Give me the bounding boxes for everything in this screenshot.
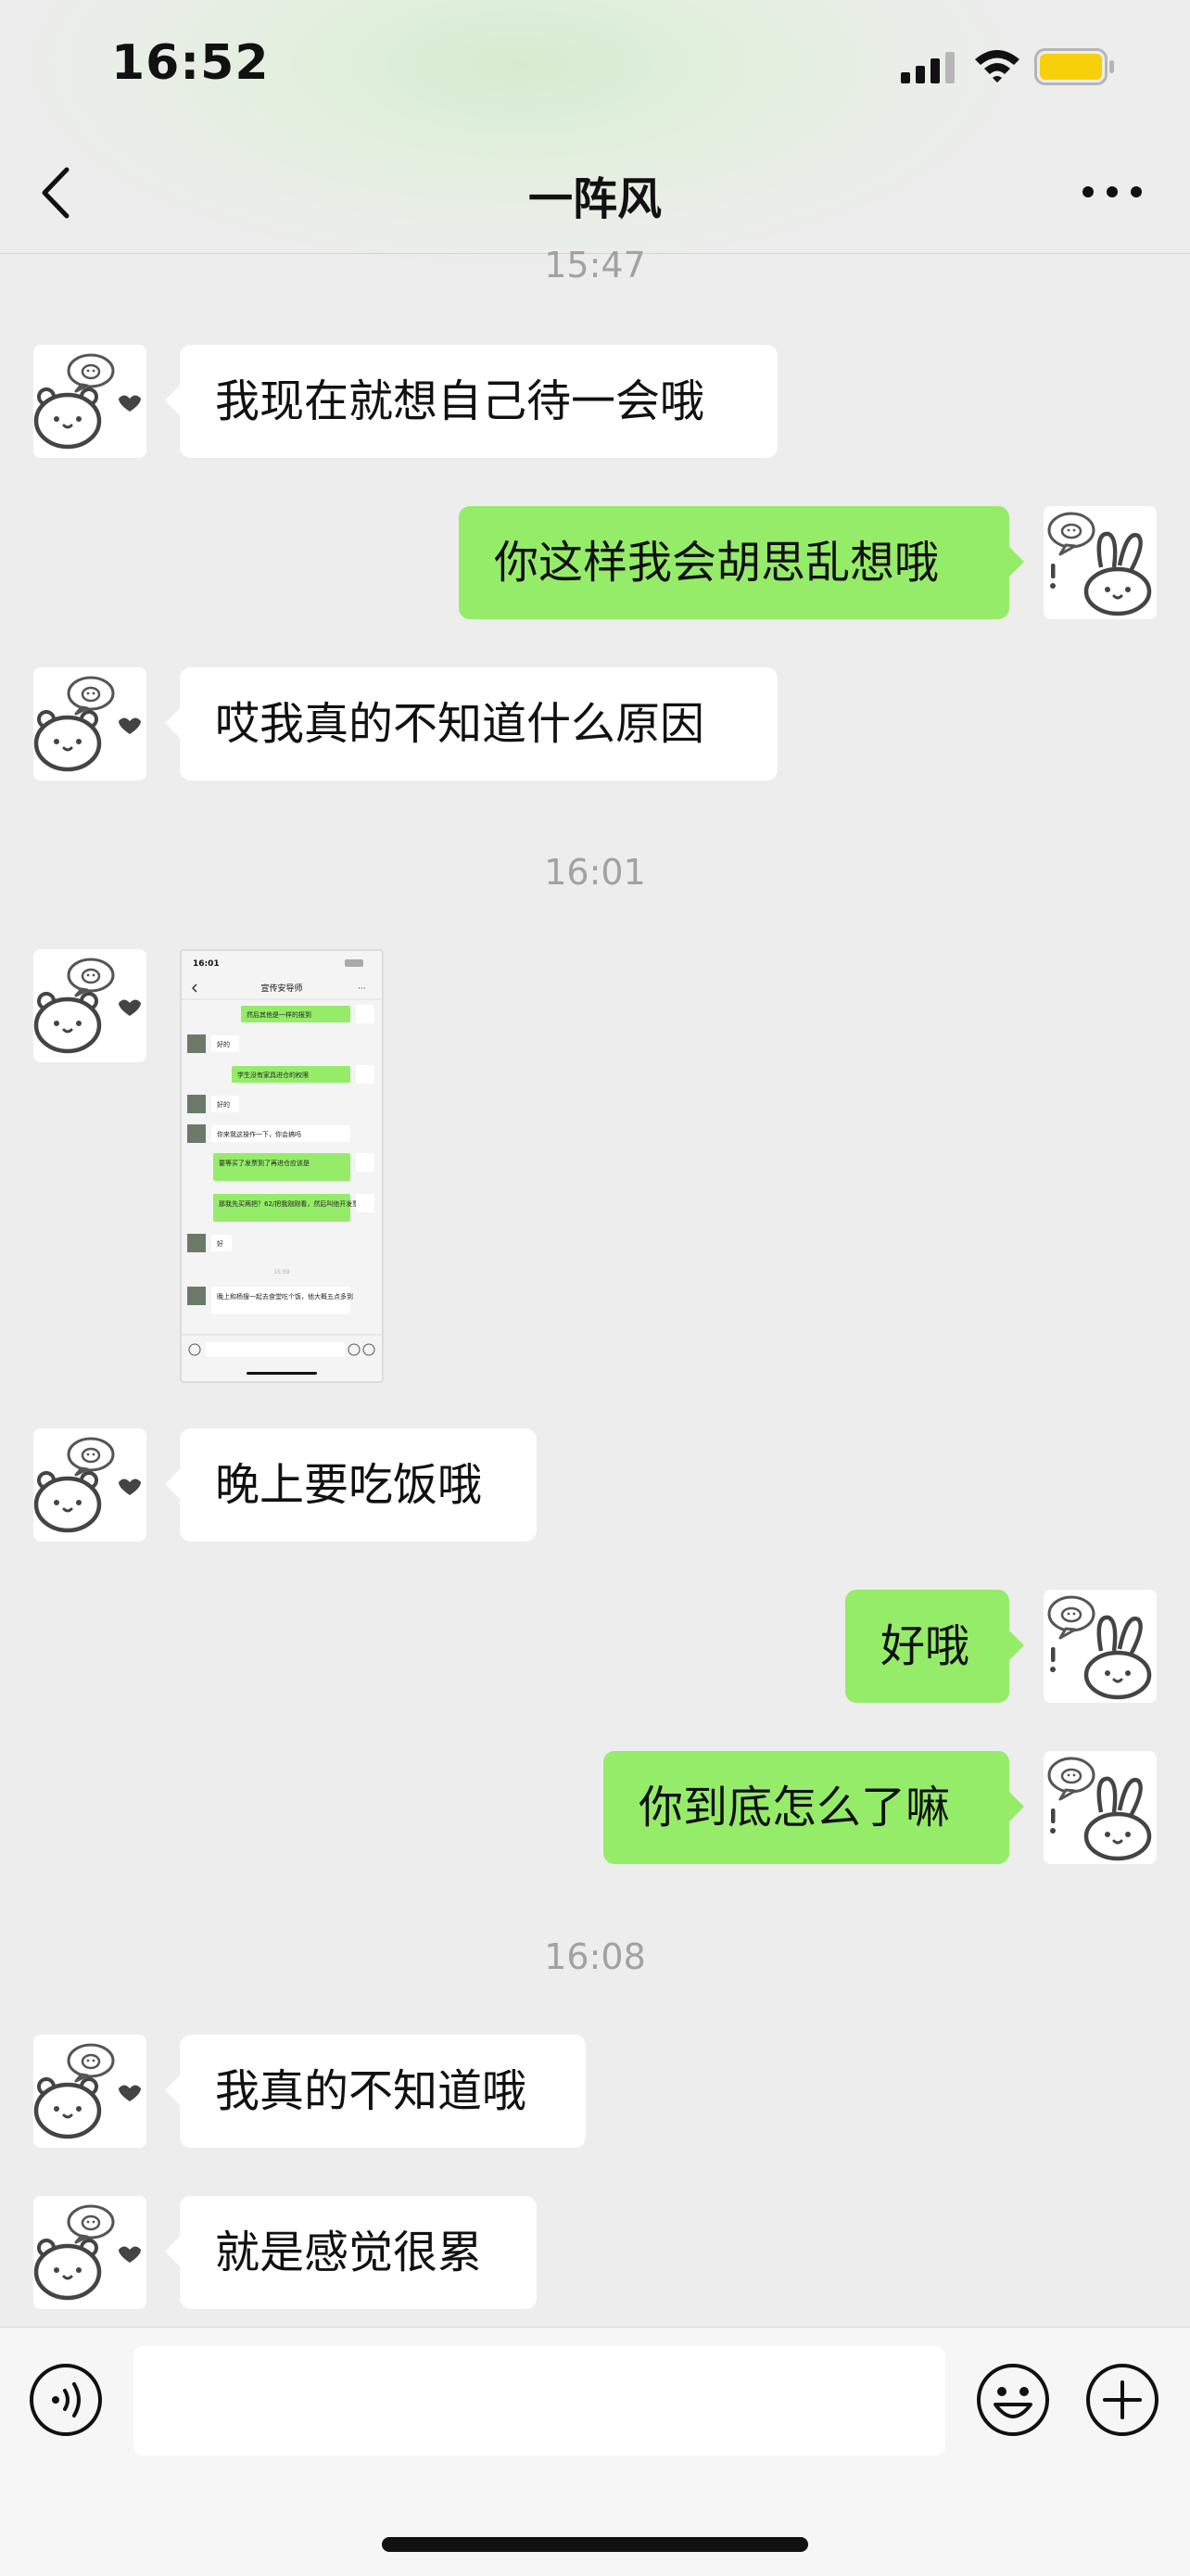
incoming-message-bubble[interactable]: 就是感觉很累 bbox=[165, 2196, 537, 2309]
preview-line: 学生没有家具进仓的权限 bbox=[237, 1071, 309, 1079]
preview-line: 然后其他是一样的报到 bbox=[247, 1010, 311, 1019]
bear-icon[interactable] bbox=[33, 667, 146, 780]
voice-icon[interactable] bbox=[28, 2362, 104, 2438]
battery-icon bbox=[1034, 48, 1114, 85]
preview-title: 宣传安导师 bbox=[260, 983, 302, 994]
plus-icon[interactable] bbox=[1084, 2362, 1160, 2438]
bear-icon[interactable] bbox=[33, 2196, 146, 2309]
bunny-icon[interactable] bbox=[1044, 1590, 1157, 1703]
preview-line: 好 bbox=[217, 1239, 223, 1248]
preview-line: 好的 bbox=[217, 1040, 230, 1048]
preview-line: 要等买了发票到了再进仓应该是 bbox=[219, 1159, 310, 1167]
incoming-message-bubble[interactable]: 哎我真的不知道什么原因 bbox=[165, 667, 778, 780]
message-timestamp: 16:08 bbox=[544, 1936, 646, 1977]
preview-line: 晚上和杨搜一起去食堂吃个饭，他大概五点多到 bbox=[217, 1292, 353, 1301]
outgoing-message-bubble[interactable]: 你到底怎么了嘛 bbox=[603, 1751, 1024, 1864]
status-time: 16:52 bbox=[111, 35, 270, 91]
ellipsis-icon[interactable] bbox=[1075, 171, 1149, 212]
chat-title: 一阵风 bbox=[527, 173, 662, 225]
incoming-message-bubble[interactable]: 我真的不知道哦 bbox=[165, 2035, 586, 2148]
message-timestamp: 15:47 bbox=[544, 245, 646, 286]
chat-header: 一阵风 bbox=[0, 134, 1190, 254]
message-input[interactable] bbox=[133, 2346, 945, 2455]
preview-timestamp: 15:59 bbox=[273, 1269, 289, 1275]
bunny-icon[interactable] bbox=[1044, 506, 1157, 619]
bunny-icon[interactable] bbox=[1044, 1751, 1157, 1864]
bear-icon[interactable] bbox=[33, 2035, 146, 2148]
image-message-screenshot[interactable]: 16:01 宣传安导师 ··· 然后其他是一样的报到 好的 学生没有家具进仓的权… bbox=[180, 949, 384, 1383]
preview-line: 好的 bbox=[217, 1100, 230, 1109]
incoming-message-bubble[interactable]: 晚上要吃饭哦 bbox=[165, 1428, 537, 1542]
bear-icon[interactable] bbox=[33, 949, 146, 1062]
emoji-icon[interactable] bbox=[975, 2362, 1051, 2438]
bear-icon[interactable] bbox=[33, 345, 146, 458]
home-indicator[interactable] bbox=[382, 2537, 808, 2552]
wifi-icon bbox=[975, 50, 1019, 82]
preview-time: 16:01 bbox=[193, 959, 220, 969]
svg-text:···: ··· bbox=[358, 984, 366, 994]
status-bar: 16:52 bbox=[0, 0, 1190, 134]
bear-icon[interactable] bbox=[33, 1428, 146, 1542]
message-timestamp: 16:01 bbox=[544, 852, 646, 893]
incoming-message-bubble[interactable]: 我现在就想自己待一会哦 bbox=[165, 345, 778, 458]
preview-line: 你来我这操作一下，你会搞吗 bbox=[217, 1130, 301, 1138]
outgoing-message-bubble[interactable]: 你这样我会胡思乱想哦 bbox=[459, 506, 1024, 619]
cellular-signal-icon bbox=[901, 52, 955, 83]
preview-line: 那我先买两把？62/把我刚刚看，然后叫他开发票 bbox=[219, 1199, 359, 1208]
outgoing-message-bubble[interactable]: 好哦 bbox=[845, 1590, 1024, 1703]
screenshot-preview: 16:01 宣传安导师 ··· 然后其他是一样的报到 好的 学生没有家具进仓的权… bbox=[182, 959, 382, 1375]
